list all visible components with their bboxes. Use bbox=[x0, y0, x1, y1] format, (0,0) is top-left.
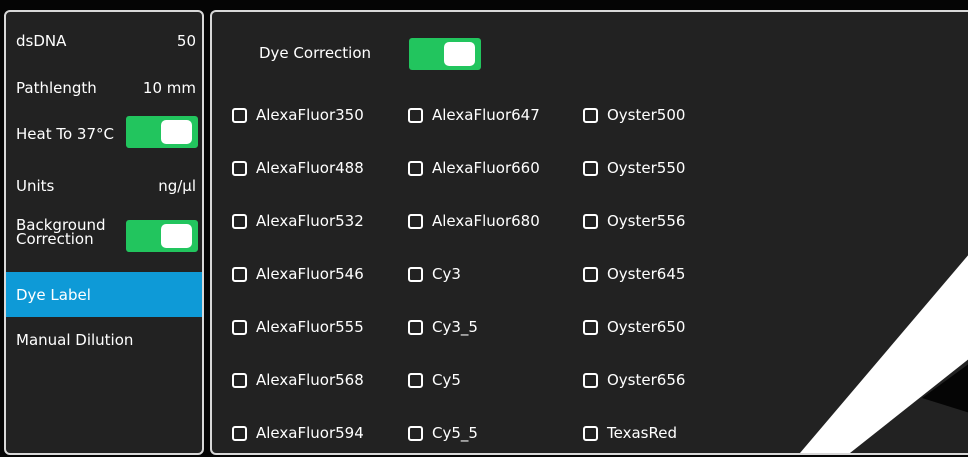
dye-option-label: Cy5 bbox=[432, 371, 461, 389]
dsdna-row[interactable]: dsDNA 50 bbox=[6, 32, 202, 52]
dye-option[interactable]: AlexaFluor660 bbox=[408, 159, 540, 177]
dye-option[interactable]: AlexaFluor488 bbox=[232, 159, 364, 177]
dye-option[interactable]: Cy3 bbox=[408, 265, 461, 283]
checkbox[interactable] bbox=[408, 107, 423, 123]
background-correction-toggle[interactable] bbox=[126, 220, 198, 252]
checkbox[interactable] bbox=[583, 425, 598, 441]
dye-option-label: Oyster650 bbox=[607, 318, 686, 336]
dye-option[interactable]: Oyster550 bbox=[583, 159, 685, 177]
dsdna-value: 50 bbox=[176, 32, 196, 50]
settings-sidebar: dsDNA 50 Pathlength 10 mm Heat To 37°C U… bbox=[4, 10, 204, 455]
dye-option-label: Oyster556 bbox=[607, 212, 686, 230]
dye-option-label: AlexaFluor488 bbox=[256, 159, 364, 177]
checkbox[interactable] bbox=[232, 213, 247, 229]
dye-option[interactable]: AlexaFluor647 bbox=[408, 106, 540, 124]
dye-correction-toggle[interactable] bbox=[409, 38, 481, 70]
dye-option[interactable]: Oyster656 bbox=[583, 371, 685, 389]
checkbox[interactable] bbox=[583, 372, 598, 388]
checkbox[interactable] bbox=[408, 160, 423, 176]
dye-option-label: AlexaFluor680 bbox=[432, 212, 540, 230]
dye-option[interactable]: AlexaFluor555 bbox=[232, 318, 364, 336]
units-value: ng/µl bbox=[158, 177, 196, 195]
heat-label: Heat To 37°C bbox=[16, 125, 114, 143]
units-label: Units bbox=[16, 177, 55, 195]
manual-dilution-text: Manual Dilution bbox=[16, 331, 134, 349]
checkbox[interactable] bbox=[408, 372, 423, 388]
dye-option-label: AlexaFluor532 bbox=[256, 212, 364, 230]
dye-option-label: AlexaFluor555 bbox=[256, 318, 364, 336]
toggle-knob bbox=[444, 42, 475, 66]
dye-option-label: AlexaFluor546 bbox=[256, 265, 364, 283]
dye-option-label: AlexaFluor568 bbox=[256, 371, 364, 389]
heat-toggle[interactable] bbox=[126, 116, 198, 148]
checkbox[interactable] bbox=[232, 160, 247, 176]
dye-label-text: Dye Label bbox=[16, 285, 91, 304]
dsdna-label: dsDNA bbox=[16, 32, 67, 50]
checkbox[interactable] bbox=[232, 425, 247, 441]
checkbox[interactable] bbox=[408, 213, 423, 229]
pathlength-value: 10 mm bbox=[142, 79, 196, 97]
background-label-line2: Correction bbox=[16, 230, 94, 248]
dye-option[interactable]: Oyster500 bbox=[583, 106, 685, 124]
toggle-knob bbox=[161, 120, 192, 144]
units-row[interactable]: Units ng/µl bbox=[6, 177, 202, 197]
dye-option-label: Cy5_5 bbox=[432, 424, 478, 442]
dye-option[interactable]: AlexaFluor350 bbox=[232, 106, 364, 124]
checkbox[interactable] bbox=[232, 266, 247, 282]
dye-option[interactable]: Oyster556 bbox=[583, 212, 685, 230]
background-correction-label: Background Correction bbox=[16, 218, 106, 248]
checkbox[interactable] bbox=[408, 319, 423, 335]
dye-option-label: Cy3 bbox=[432, 265, 461, 283]
checkbox[interactable] bbox=[232, 319, 247, 335]
dye-option-label: AlexaFluor660 bbox=[432, 159, 540, 177]
dye-option-label: Oyster550 bbox=[607, 159, 686, 177]
dye-option-label: Cy3_5 bbox=[432, 318, 478, 336]
dye-option-label: Oyster656 bbox=[607, 371, 686, 389]
dye-option[interactable]: Cy5_5 bbox=[408, 424, 478, 442]
dye-option[interactable]: AlexaFluor680 bbox=[408, 212, 540, 230]
checkbox[interactable] bbox=[583, 160, 598, 176]
pathlength-row[interactable]: Pathlength 10 mm bbox=[6, 79, 202, 99]
dye-option-label: TexasRed bbox=[607, 424, 677, 442]
dye-panel: Dye Correction AlexaFluor350 AlexaFluor48… bbox=[210, 10, 968, 455]
dye-option[interactable]: AlexaFluor532 bbox=[232, 212, 364, 230]
checkbox[interactable] bbox=[408, 266, 423, 282]
background-correction-row: Background Correction bbox=[6, 216, 202, 256]
watermark-graphic bbox=[800, 255, 968, 453]
pathlength-label: Pathlength bbox=[16, 79, 97, 97]
dye-option[interactable]: Cy3_5 bbox=[408, 318, 478, 336]
dye-option[interactable]: Oyster645 bbox=[583, 265, 685, 283]
dye-option[interactable]: Oyster650 bbox=[583, 318, 685, 336]
checkbox[interactable] bbox=[583, 107, 598, 123]
dye-option[interactable]: TexasRed bbox=[583, 424, 677, 442]
dye-option-label: Oyster500 bbox=[607, 106, 686, 124]
toggle-knob bbox=[161, 224, 192, 248]
dye-option-label: AlexaFluor350 bbox=[256, 106, 364, 124]
checkbox[interactable] bbox=[232, 107, 247, 123]
checkbox[interactable] bbox=[408, 425, 423, 441]
dye-option[interactable]: AlexaFluor594 bbox=[232, 424, 364, 442]
dye-option-label: Oyster645 bbox=[607, 265, 686, 283]
dye-option-label: AlexaFluor647 bbox=[432, 106, 540, 124]
sidebar-item-manual-dilution[interactable]: Manual Dilution bbox=[6, 322, 202, 358]
dye-option[interactable]: AlexaFluor546 bbox=[232, 265, 364, 283]
dye-option-label: AlexaFluor594 bbox=[256, 424, 364, 442]
checkbox[interactable] bbox=[232, 372, 247, 388]
checkbox[interactable] bbox=[583, 319, 598, 335]
dye-correction-label: Dye Correction bbox=[259, 44, 372, 62]
checkbox[interactable] bbox=[583, 266, 598, 282]
sidebar-item-dye-label[interactable]: Dye Label bbox=[6, 272, 202, 317]
dye-option[interactable]: AlexaFluor568 bbox=[232, 371, 364, 389]
checkbox[interactable] bbox=[583, 213, 598, 229]
heat-row: Heat To 37°C bbox=[6, 116, 202, 152]
dye-option[interactable]: Cy5 bbox=[408, 371, 461, 389]
